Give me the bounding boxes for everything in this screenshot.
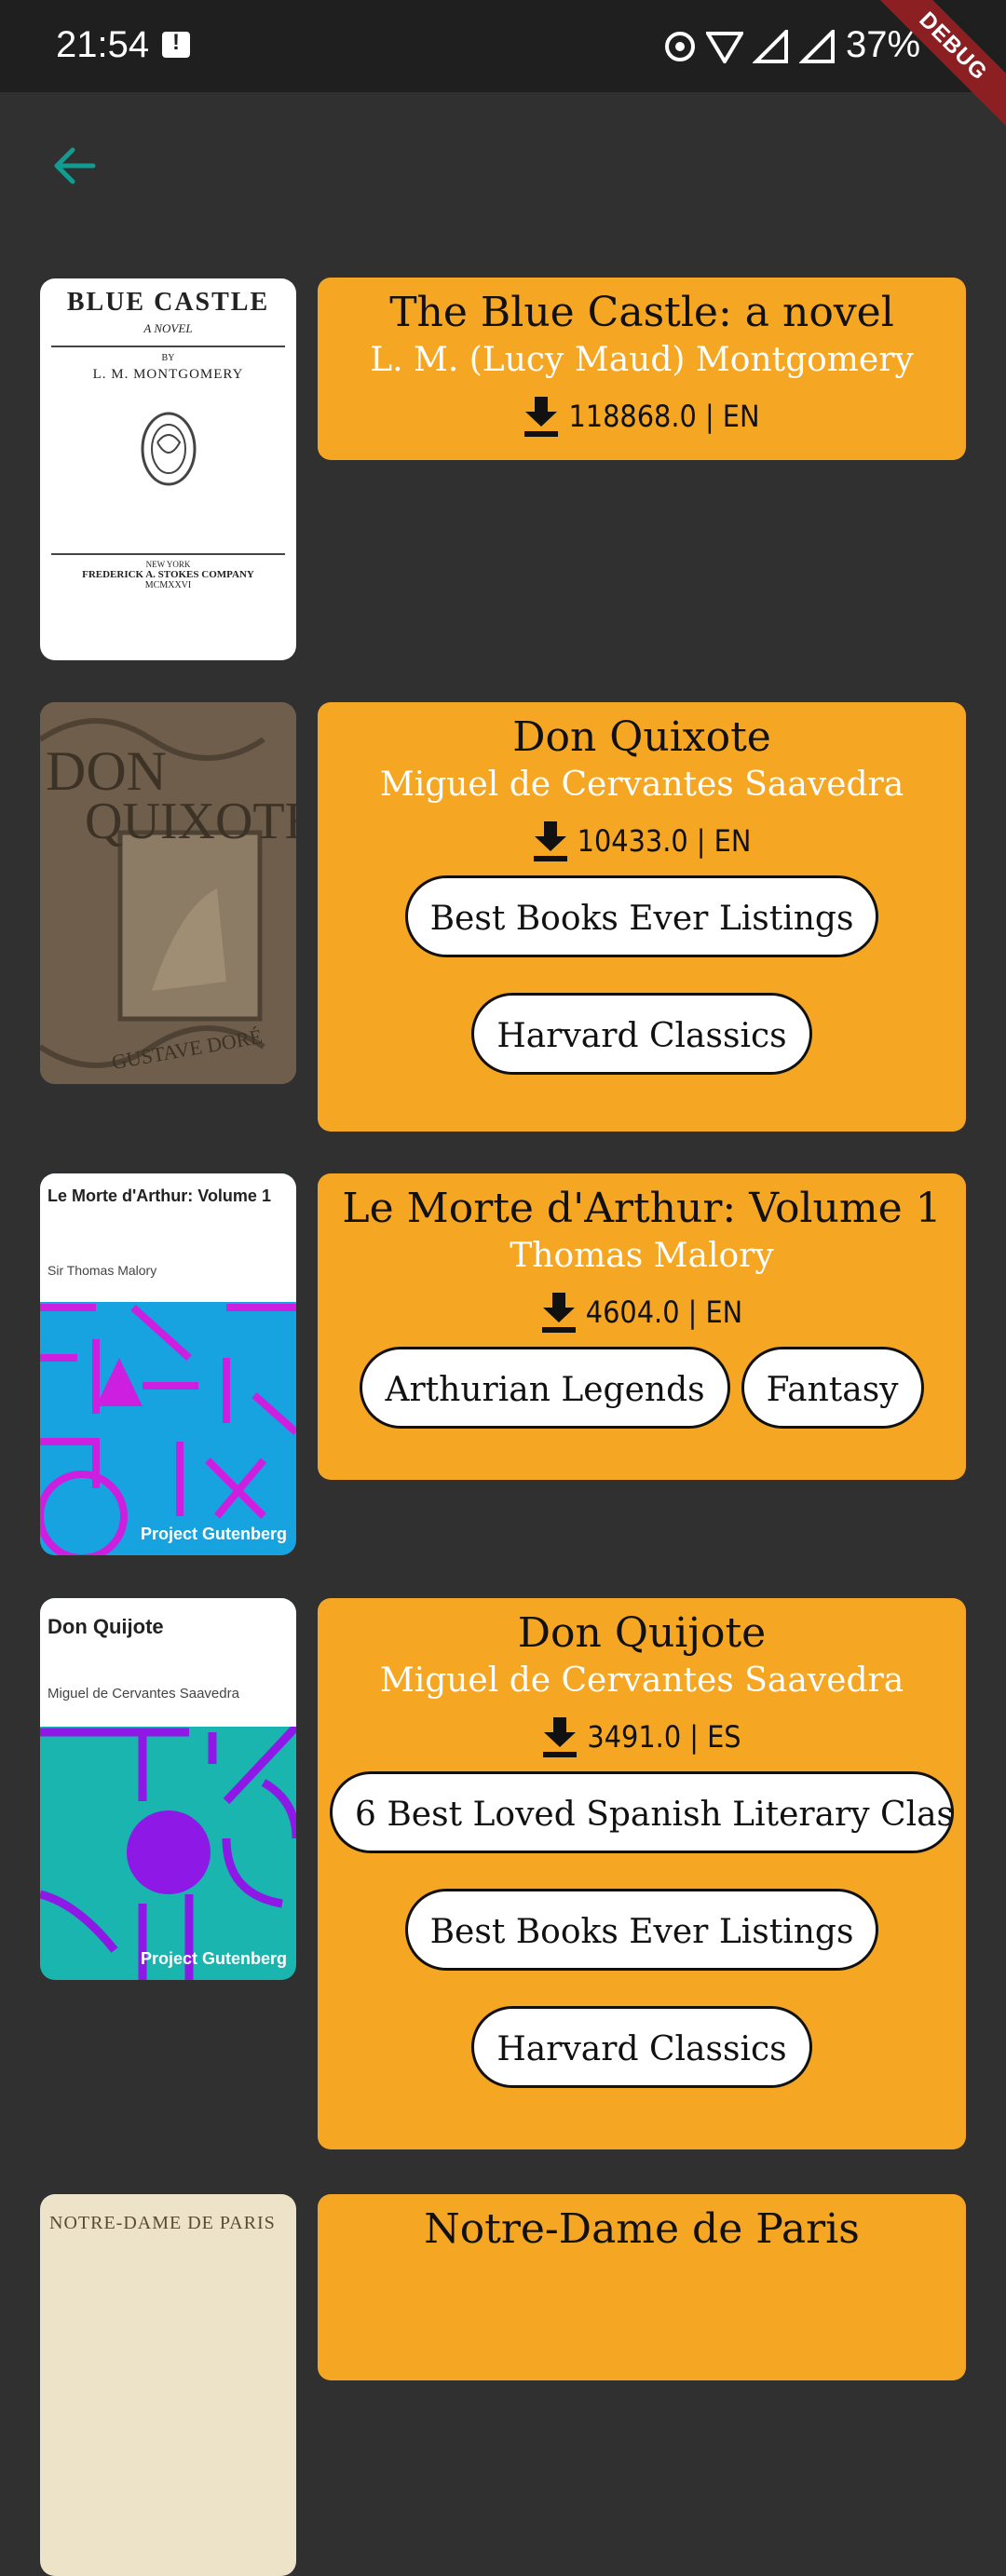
- cover-emblem-icon: [141, 412, 196, 486]
- bookshelf-chip[interactable]: Best Books Ever Listings: [404, 875, 879, 957]
- cover-subtitle: A NOVEL: [143, 321, 193, 335]
- status-time: 21:54: [56, 24, 150, 65]
- book-info-card[interactable]: Don Quixote Miguel de Cervantes Saavedra…: [318, 702, 966, 1132]
- download-count: 3491.0 | ES: [587, 1719, 741, 1755]
- book-cover: Don Quijote Miguel de Cervantes Saavedra…: [40, 1598, 296, 1980]
- book-title: Don Quijote: [517, 1609, 767, 1657]
- cover-author: Miguel de Cervantes Saavedra: [48, 1686, 239, 1702]
- cover-author: L. M. MONTGOMERY: [92, 367, 244, 382]
- download-icon: [524, 397, 559, 437]
- book-info-card[interactable]: The Blue Castle: a novel L. M. (Lucy Mau…: [318, 278, 966, 460]
- cover-title: BLUE CASTLE: [66, 288, 270, 317]
- bookshelf-chip[interactable]: Fantasy: [741, 1347, 924, 1429]
- signal-icon-2: [799, 30, 835, 63]
- download-stats: 3491.0 | ES: [318, 1714, 966, 1760]
- cover-pattern: [40, 1727, 296, 1980]
- book-author: Miguel de Cervantes Saavedra: [379, 1661, 904, 1700]
- download-count: 10433.0 | EN: [577, 823, 752, 859]
- cover-line2: QUIXOTE: [85, 793, 296, 850]
- status-icons: [663, 28, 836, 65]
- status-bar: 21:54 37% DEBUG: [0, 0, 1006, 136]
- download-icon: [541, 1293, 576, 1333]
- cover-pattern: [40, 1304, 296, 1555]
- cover-brand: Project Gutenberg: [140, 1525, 287, 1543]
- download-icon: [543, 1717, 578, 1757]
- download-count: 4604.0 | EN: [585, 1295, 743, 1330]
- bookshelf-chip[interactable]: 6 Best Loved Spanish Literary Classics: [330, 1771, 954, 1853]
- book-title: Le Morte d'Arthur: Volume 1: [342, 1185, 942, 1232]
- cover-city: NEW YORK: [145, 560, 191, 569]
- cover-title: Le Morte d'Arthur: Volume 1: [48, 1186, 271, 1205]
- cover-brand: Project Gutenberg: [140, 1949, 287, 1968]
- back-arrow-icon[interactable]: [47, 138, 102, 194]
- book-title: Notre-Dame de Paris: [424, 2205, 860, 2253]
- cover-publisher: FREDERICK A. STOKES COMPANY: [82, 569, 254, 580]
- download-stats: 4604.0 | EN: [318, 1289, 966, 1335]
- cover-by: BY: [161, 353, 175, 363]
- signal-icon: [753, 30, 788, 63]
- download-stats: 10433.0 | EN: [318, 818, 966, 864]
- bookshelf-chip[interactable]: Harvard Classics: [471, 2006, 812, 2088]
- book-info-card[interactable]: Notre-Dame de Paris: [318, 2194, 966, 2380]
- book-title: The Blue Castle: a novel: [389, 289, 894, 336]
- cover-year: MCMXXVI: [144, 580, 192, 590]
- bookshelf-chip[interactable]: Arthurian Legends: [360, 1347, 730, 1429]
- book-author: Thomas Malory: [510, 1237, 774, 1275]
- book-info-card[interactable]: Don Quijote Miguel de Cervantes Saavedra…: [318, 1598, 966, 2149]
- book-cover: NOTRE-DAME DE PARIS: [40, 2194, 296, 2576]
- notification-icon: [162, 30, 190, 58]
- book-title: Don Quixote: [512, 713, 771, 761]
- cover-title: Don Quijote: [48, 1615, 164, 1638]
- download-count: 118868.0 | EN: [568, 399, 760, 434]
- cover-title: NOTRE-DAME DE PARIS: [49, 2213, 276, 2233]
- book-info-card[interactable]: Le Morte d'Arthur: Volume 1 Thomas Malor…: [318, 1173, 966, 1480]
- bookshelf-chips: Best Books Ever Listings Harvard Classic…: [318, 864, 966, 1075]
- download-icon: [533, 821, 567, 861]
- book-cover: DON QUIXOTE GUSTAVE DORÉ: [40, 702, 296, 1084]
- bookshelf-chip[interactable]: Harvard Classics: [471, 993, 812, 1075]
- bookshelf-chips: Arthurian Legends Fantasy: [318, 1335, 966, 1429]
- book-cover: Le Morte d'Arthur: Volume 1 Sir Thomas M…: [40, 1173, 296, 1555]
- wifi-icon: [706, 32, 743, 63]
- data-saver-icon: [665, 32, 695, 61]
- battery-level: 37%: [846, 24, 921, 65]
- book-author: Miguel de Cervantes Saavedra: [379, 766, 904, 804]
- debug-banner: DEBUG: [863, 0, 1006, 136]
- book-author: L. M. (Lucy Maud) Montgomery: [370, 341, 914, 379]
- cover-author: Sir Thomas Malory: [48, 1263, 157, 1278]
- bookshelf-chips: 6 Best Loved Spanish Literary Classics B…: [318, 1760, 966, 2088]
- bookshelf-chip[interactable]: Best Books Ever Listings: [404, 1889, 879, 1971]
- download-stats: 118868.0 | EN: [318, 393, 966, 440]
- book-cover: BLUE CASTLE A NOVEL BY L. M. MONTGOMERY …: [40, 278, 296, 660]
